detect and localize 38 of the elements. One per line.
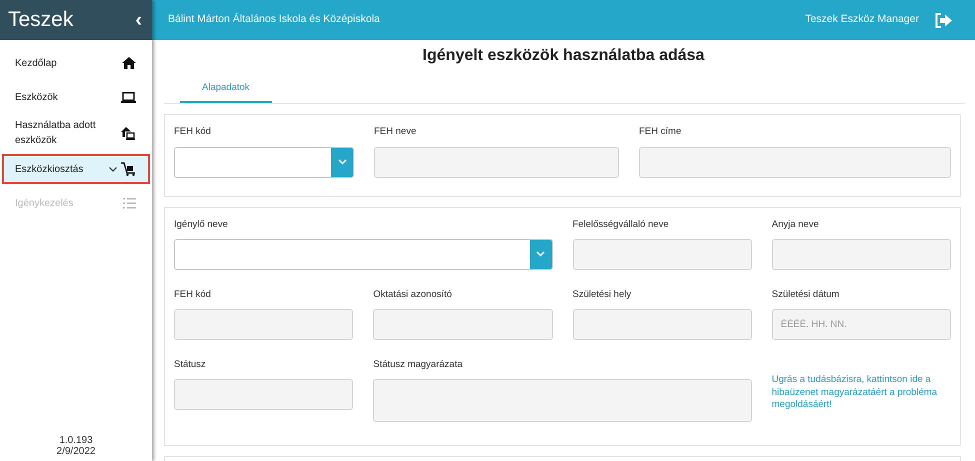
sidebar-item-label: Kezdőlap [15,56,57,70]
sidebar-item[interactable]: Eszközkiosztás [2,154,150,184]
field-label: FEH neve [374,125,418,140]
field-label: Oktatási azonosító [373,288,453,302]
sidebar-item[interactable]: Használatba adott eszközök [2,116,150,150]
laptop-icon [121,92,136,102]
field-label: Igénylő neve [174,218,229,232]
collapse-button[interactable]: ‹ [135,5,142,35]
date-text: 2/9/2022 [56,446,96,457]
sidebar-item-label: Eszközök [15,90,58,104]
field-label: Anyja neve [772,218,820,232]
select-field[interactable] [174,146,354,178]
home-icon [122,57,136,69]
school-name: Bálint Márton Általános Iskola és Középiskola [168,12,380,28]
sidebar-item[interactable]: Kezdőlap [2,48,150,78]
field-label: Státusz magyarázata [373,358,464,372]
cart-icon [121,162,136,176]
chevron-down-icon[interactable] [338,159,346,166]
field-label: Státusz [174,358,207,372]
select-field[interactable] [174,238,552,270]
field-label: FEH kód [174,125,212,140]
app-title: Teszek [8,7,74,34]
logout-icon[interactable] [935,12,953,28]
page-title: Igényelt eszközök használatba adása [422,46,706,66]
user-name: Teszek Eszköz Manager [805,12,919,28]
field-label: Születési hely [572,288,632,302]
chevron-down-icon[interactable] [536,251,545,258]
sidebar-item-label: Igénykezelés [15,196,74,210]
version-text: 1.0.193 [59,435,93,446]
checklist-icon [123,198,136,208]
sidebar-item-label: Használatba adott eszközök [15,119,97,148]
sidebar-item[interactable]: Eszközök [2,82,150,112]
house-laptop-icon [121,126,136,140]
field-label: Születési dátum [772,288,840,302]
field-label: Felelősségvállaló neve [572,218,670,232]
field-label: FEH címe [639,125,682,140]
sidebar-item-label: Eszközkiosztás [15,162,84,176]
field-label: FEH kód [174,288,212,302]
